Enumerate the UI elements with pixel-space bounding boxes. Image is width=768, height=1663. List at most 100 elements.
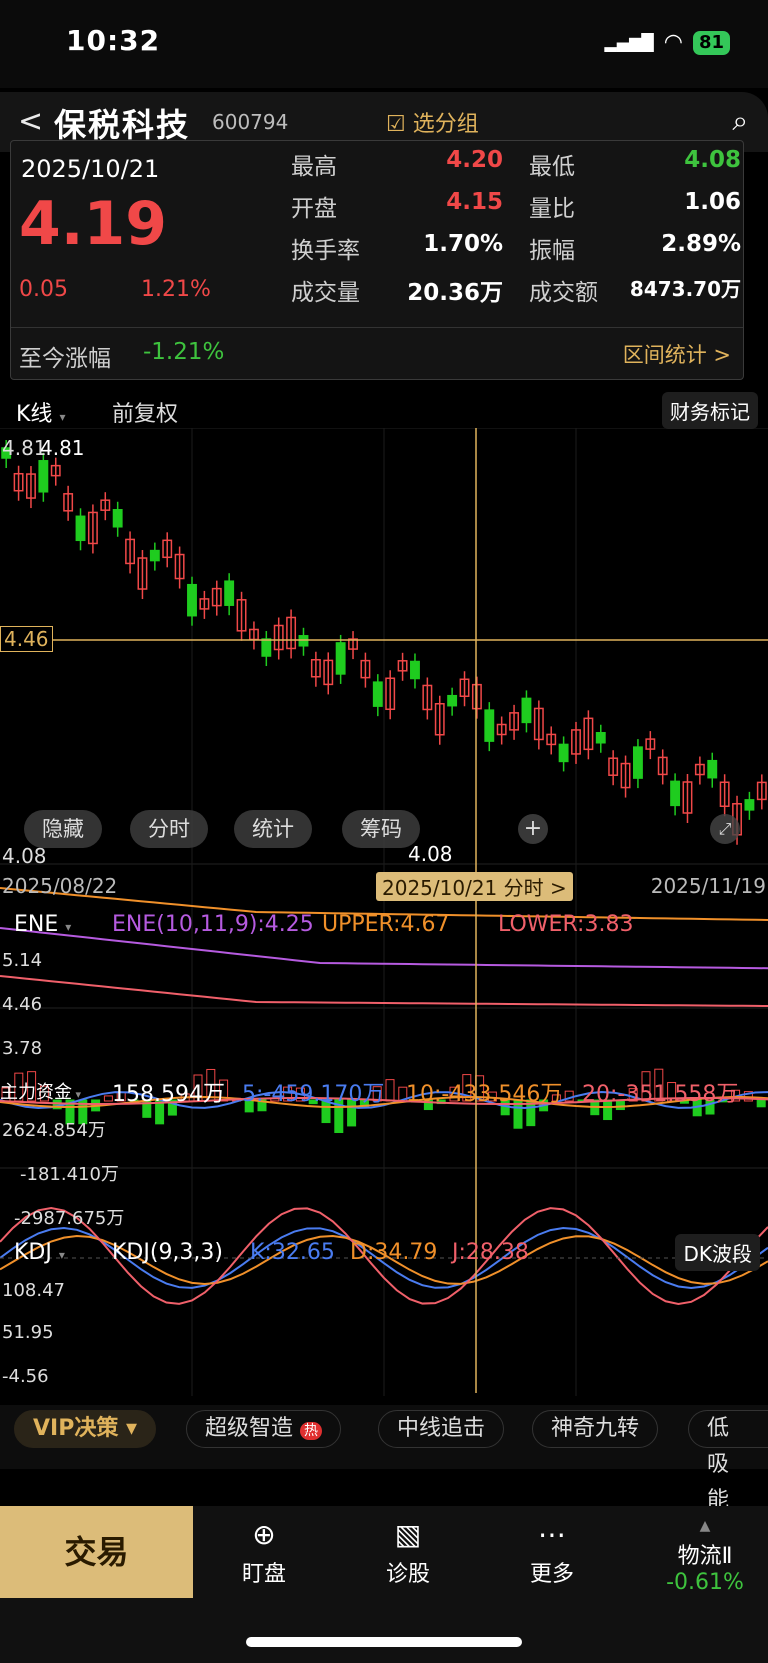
candle-body [410,660,420,680]
kline-high-label: 4.81 [40,436,85,460]
open-row: 开盘 4.15 [291,189,503,222]
stats-button[interactable]: 统计 [234,810,312,848]
amount-row: 成交额 8473.70万 [529,277,741,306]
ene-tick-top: 5.14 [2,950,43,971]
dk-band-button[interactable]: DK波段 [675,1234,760,1271]
kdj-tick-top: 108.47 [2,1280,65,1301]
fund-ma5: 5:-459.170万 [242,1082,385,1107]
fullscreen-icon[interactable]: ⤢ [710,814,740,844]
start-date: 2025/08/22 [2,874,118,898]
quote-date: 2025/10/21 [21,155,160,183]
candle-body [187,583,197,617]
ene-upper: UPPER:4.67 [322,912,450,937]
candle-body [149,549,160,562]
fund-bar [385,1079,395,1102]
battery-icon: 81 [692,30,730,55]
fund-indicator-dropdown[interactable]: 主力资金 ▾ [0,1078,81,1104]
kdj-j: J:28.38 [452,1240,529,1265]
candle-body [298,635,309,647]
since-value: -1.21% [143,339,225,365]
fund-ma20: 20:-351.558万 [582,1082,739,1107]
chip-super-smart[interactable]: 超级智造 热 [186,1410,342,1448]
fund-value: 158.594万 [112,1082,225,1107]
checkbox-icon: ☑ [386,112,413,137]
chip-magic-nine[interactable]: 神奇九转 [532,1410,659,1448]
turnover-row: 换手率 1.70% [291,231,503,264]
ene-tick-bottom: 3.78 [2,1038,43,1059]
candle-body [632,746,643,779]
quote-change-pct: 1.21% [141,277,211,302]
search-icon[interactable]: ⌕ [732,104,748,138]
candle-body [521,697,532,724]
quote-price: 4.19 [19,189,168,259]
chart-icon: ▧ [394,1518,422,1551]
vip-decision-button[interactable]: VIP决策 ▾ [14,1410,157,1448]
finance-mark-button[interactable]: 财务标记 [662,392,758,429]
sector-button[interactable]: ▲ 物流Ⅱ -0.61% [650,1518,760,1595]
diagnose-button[interactable]: ▧ 诊股 [358,1518,458,1588]
kline-toolbar: K线 ▾ 前复权 财务标记 [0,392,768,429]
fund-tick-bottom: -2987.675万 [14,1208,125,1229]
kdj-params: KDJ(9,3,3) [112,1240,223,1265]
quote-change: 0.05 [19,277,68,302]
signal-icon: ▂▄▆█ [604,33,654,52]
chip-mid-line[interactable]: 中线追击 [378,1410,505,1448]
ene-indicator-dropdown[interactable]: ENE ▾ [14,912,71,937]
kdj-tick-bottom: -4.56 [2,1366,49,1387]
candle-body [558,743,569,763]
hot-badge: 热 [300,1422,323,1440]
candle-body [595,732,606,744]
ene-lower: LOWER:3.83 [498,912,634,937]
candle-body [484,709,495,742]
ene-tick-mid: 4.46 [2,994,43,1015]
kline-period-dropdown[interactable]: K线 ▾ [16,396,65,428]
select-group-button[interactable]: ☑ 选分组 [386,106,479,138]
candle-body [335,642,346,675]
candle-body [75,515,86,542]
cross-price-label: 4.46 [0,626,53,652]
candle-body [112,509,123,528]
divider [11,327,743,328]
kdj-tick-mid: 51.95 [2,1322,54,1343]
timeshare-button[interactable]: 分时 [130,810,208,848]
adjust-mode[interactable]: 前复权 [112,396,178,428]
amplitude-row: 振幅 2.89% [529,231,741,264]
since-label: 至今涨幅 [19,346,111,372]
fund-bar [756,1099,766,1108]
wifi-icon: ◠ [663,30,683,55]
zoom-in-icon[interactable]: + [518,814,548,844]
kline-low-label: 4.08 [408,842,453,866]
status-icons: ▂▄▆█ ◠ 81 [605,30,730,55]
candle-body [372,681,383,707]
fund-tick-top: 2624.854万 [2,1120,106,1141]
clock: 10:32 [66,24,161,57]
candle-body [447,694,458,707]
kdj-d: D:34.79 [350,1240,438,1265]
stock-code: 600794 [212,110,289,134]
low-row: 最低 4.08 [529,147,741,180]
ene-params: ENE(10,11,9):4.25 [112,912,314,937]
volume-row: 成交量 20.36万 [291,280,503,306]
caret-up-icon: ▲ [699,1518,711,1534]
home-indicator [246,1637,522,1647]
back-button[interactable]: < [18,104,43,139]
fund-tick-mid: -181.410万 [20,1164,119,1185]
status-bar: 10:32 ▂▄▆█ ◠ 81 [0,0,768,88]
watch-button[interactable]: ⊕ 盯盘 [214,1518,314,1588]
range-stats-link[interactable]: 区间统计 > [623,339,731,369]
more-button[interactable]: ⋯ 更多 [502,1518,602,1588]
more-icon: ⋯ [538,1518,566,1551]
trade-button[interactable]: 交易 [0,1506,193,1598]
quote-panel: 2025/10/21 4.19 0.05 1.21% 最高 4.20 最低 4.08… [10,140,744,380]
candle-body [224,580,235,606]
kdj-indicator-dropdown[interactable]: KDJ ▾ [14,1240,65,1265]
high-row: 最高 4.20 [291,147,503,180]
chip-low-buy[interactable]: 低吸能 [688,1410,768,1513]
candle-body [707,759,718,779]
candle-body [670,780,681,807]
fund-ma10: 10:-433.546万 [406,1082,563,1107]
kdj-k: K:32.65 [250,1240,335,1265]
cursor-date-button[interactable]: 2025/10/21 分时 > [376,872,573,901]
chips-button[interactable]: 筹码 [342,810,420,848]
hide-button[interactable]: 隐藏 [24,810,102,848]
